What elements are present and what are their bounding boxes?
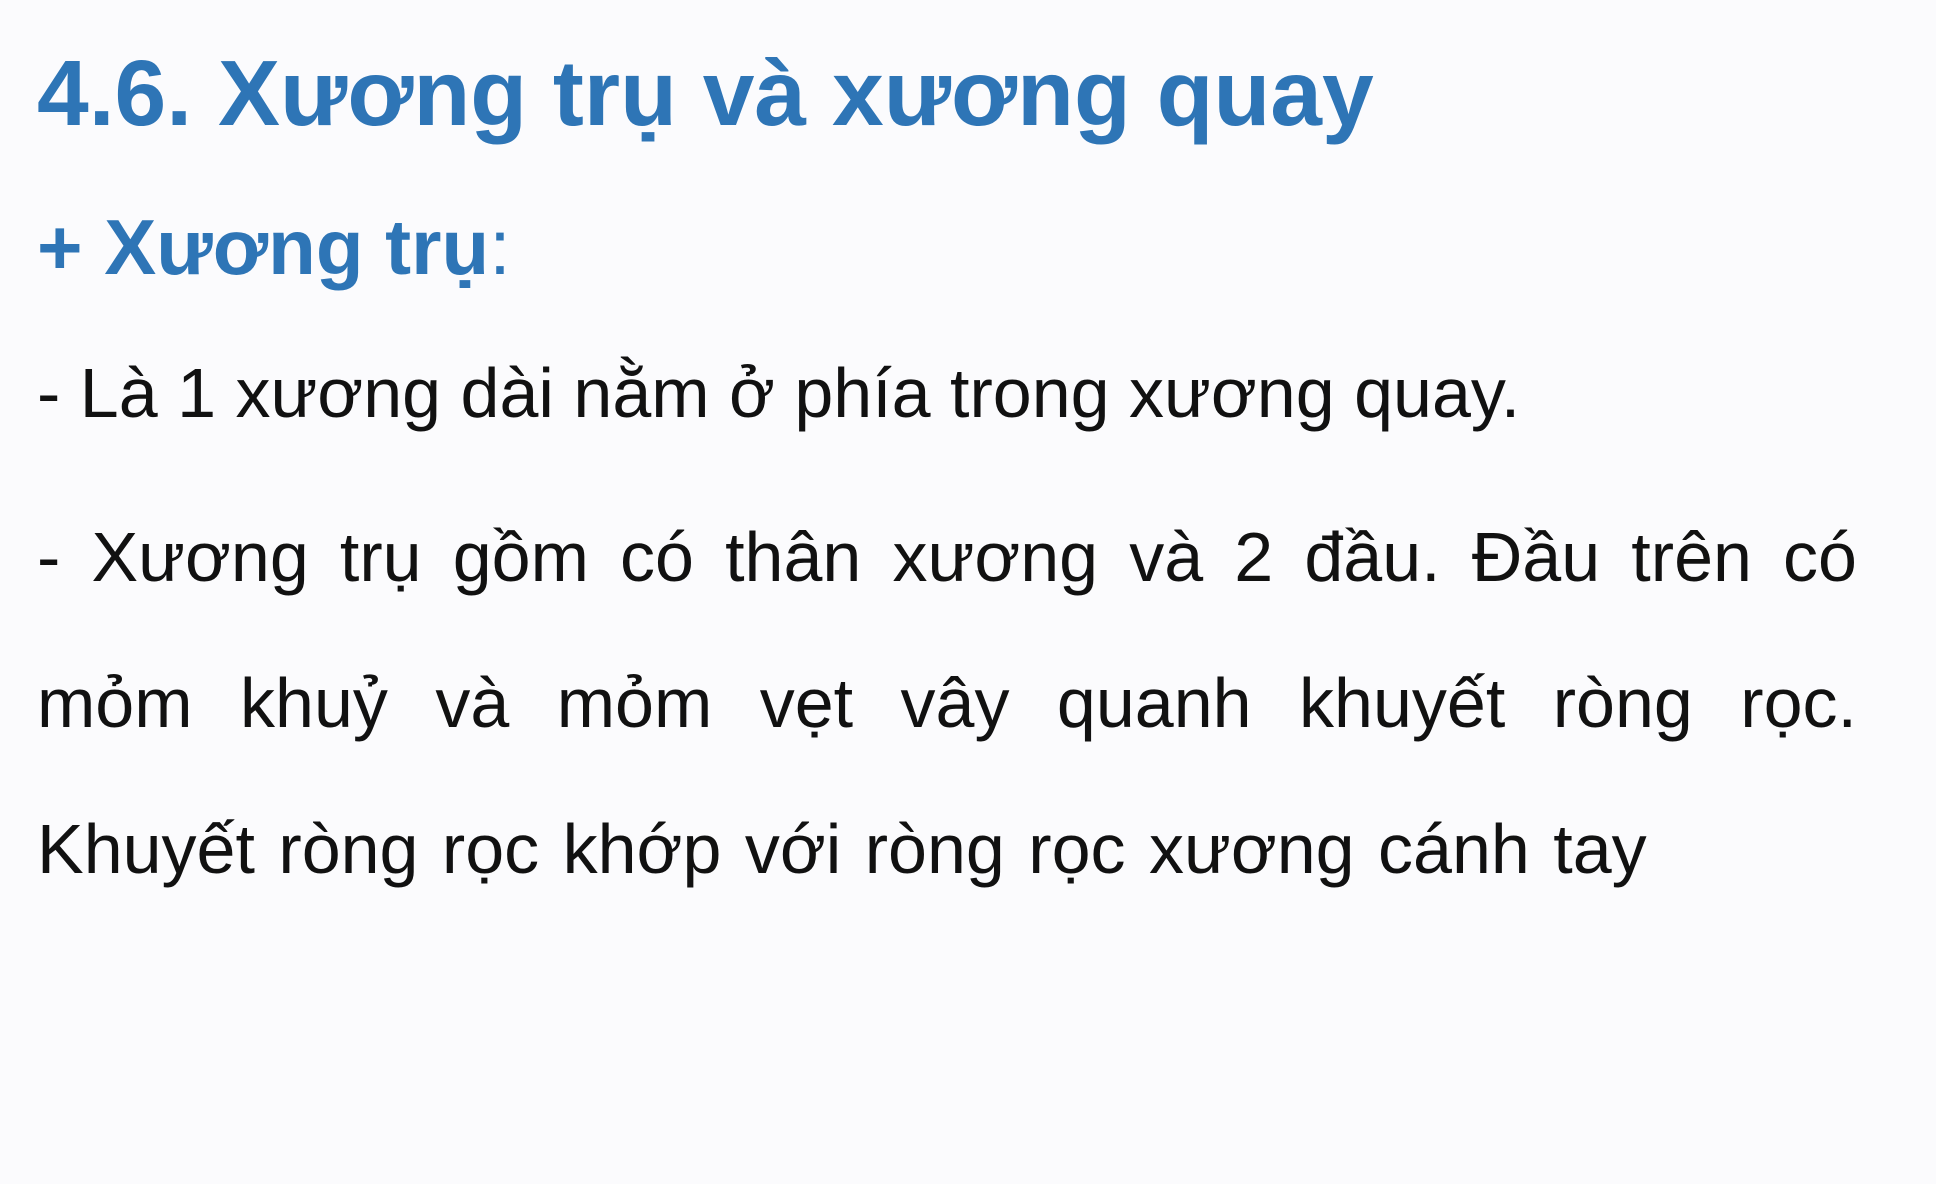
paragraph-definition: - Là 1 xương dài nằm ở phía trong xương …	[37, 354, 1521, 432]
subsection-colon: :	[489, 203, 511, 291]
subsection-title: + Xương trụ	[37, 203, 490, 291]
paragraph-description: - Xương trụ gồm có thân xương và 2 đầu. …	[37, 518, 1857, 888]
subsection-heading: + Xương trụ:	[37, 192, 511, 302]
section-heading: 4.6. Xương trụ và xương quay	[37, 41, 1374, 145]
slide: 4.6. Xương trụ và xương quay + Xương trụ…	[0, 0, 1936, 1184]
